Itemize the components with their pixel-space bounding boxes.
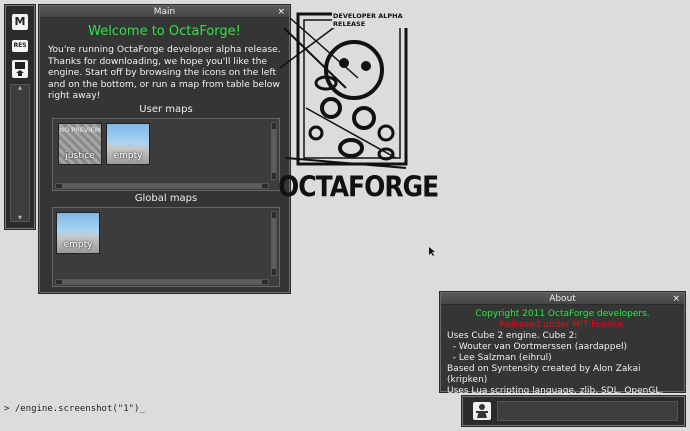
no-preview-label: NO PREVIEW <box>59 126 101 134</box>
global-maps-vscrollbar[interactable] <box>271 211 277 276</box>
bottom-bar-area[interactable] <box>497 401 678 421</box>
map-item-empty[interactable]: empty <box>56 212 100 254</box>
left-toolbar: M RES ▲ ▼ <box>5 5 35 229</box>
toolbar-scroll-area[interactable]: ▲ ▼ <box>10 84 30 222</box>
console-input[interactable]: > /engine.screenshot("1")_ <box>4 404 145 414</box>
global-maps-hscrollbar[interactable] <box>55 279 269 285</box>
user-maps-title: User maps <box>139 104 193 115</box>
about-titlebar[interactable]: About × <box>441 293 684 305</box>
intro-text: You're running OctaForge developer alpha… <box>48 44 281 102</box>
license-text: Released under MIT license. <box>499 320 626 330</box>
mouse-cursor-icon <box>429 247 435 256</box>
main-titlebar[interactable]: Main × <box>40 6 289 18</box>
user-maps-list: NO PREVIEW justice empty <box>52 118 280 191</box>
map-name: justice <box>65 151 95 161</box>
close-icon[interactable]: × <box>672 293 680 305</box>
octaforge-logo: DEVELOPER ALPHA RELEASE OCTAFORGE <box>276 8 439 203</box>
resolution-icon: RES <box>13 42 27 49</box>
map-name: empty <box>63 240 93 250</box>
logo-wordmark: OCTAFORGE <box>278 169 439 204</box>
logo-tagline: DEVELOPER ALPHA RELEASE <box>332 12 418 28</box>
map-item-empty[interactable]: empty <box>106 123 150 165</box>
welcome-heading: Welcome to OctaForge! <box>88 24 241 39</box>
copyright-text: Copyright 2011 OctaForge developers. <box>475 309 650 319</box>
bookmark-button[interactable] <box>12 60 28 78</box>
scroll-up-icon[interactable]: ▲ <box>11 85 29 91</box>
global-maps-list: empty <box>52 207 280 287</box>
bookmark-icon <box>15 62 25 76</box>
credit-line: - Wouter van Oortmerssen (aardappel) <box>447 342 628 352</box>
character-icon <box>476 404 488 418</box>
map-item-justice[interactable]: NO PREVIEW justice <box>58 123 102 165</box>
bottom-toolbar <box>462 396 685 426</box>
credit-line: Uses Cube 2 engine. Cube 2: <box>447 331 578 341</box>
main-title: Main <box>153 7 176 17</box>
main-menu-button[interactable]: M <box>12 14 28 30</box>
character-button[interactable] <box>473 402 491 420</box>
scroll-down-icon[interactable]: ▼ <box>11 215 29 221</box>
resolution-button[interactable]: RES <box>12 40 28 52</box>
map-name: empty <box>113 151 143 161</box>
user-maps-hscrollbar[interactable] <box>55 183 269 189</box>
credit-line: - Lee Salzman (eihrul) <box>447 353 552 363</box>
about-window: About × Copyright 2011 OctaForge develop… <box>440 292 685 396</box>
credit-line: Based on Syntensity created by Alon Zaka… <box>447 364 641 385</box>
about-title: About <box>549 294 576 304</box>
menu-icon: M <box>14 15 26 28</box>
global-maps-title: Global maps <box>134 193 198 204</box>
main-window: Main × Welcome to OctaForge! You're runn… <box>39 5 290 293</box>
